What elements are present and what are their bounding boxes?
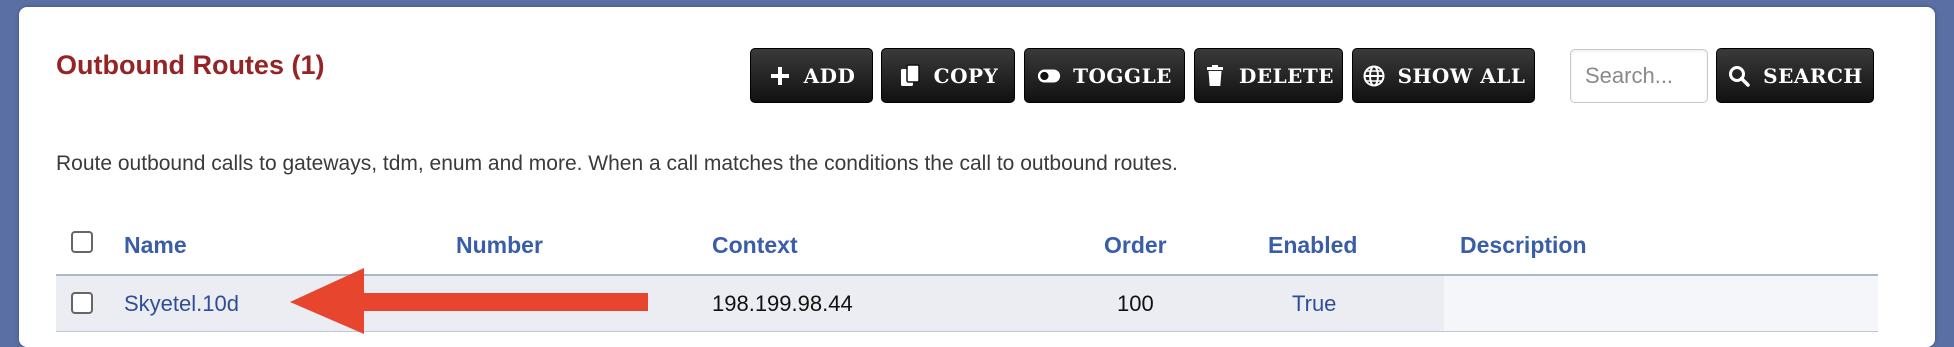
plus-icon (768, 64, 792, 88)
route-name-link[interactable]: Skyetel.10d (124, 291, 239, 317)
copy-button[interactable]: COPY (881, 48, 1015, 103)
select-all-checkbox[interactable] (71, 231, 93, 253)
route-context: 198.199.98.44 (712, 291, 853, 316)
search-button-label: SEARCH (1763, 63, 1863, 88)
delete-button[interactable]: DELETE (1194, 48, 1343, 103)
add-button[interactable]: ADD (750, 48, 873, 103)
route-enabled-toggle[interactable]: True (1292, 291, 1336, 317)
column-header-description[interactable]: Description (1460, 232, 1587, 259)
search-button[interactable]: SEARCH (1716, 48, 1874, 103)
show-all-button-label: SHOW ALL (1397, 63, 1526, 88)
column-header-enabled[interactable]: Enabled (1268, 232, 1357, 259)
page-title: Outbound Routes (1) (56, 50, 325, 80)
page-description: Route outbound calls to gateways, tdm, e… (56, 152, 1178, 175)
globe-icon (1362, 64, 1386, 88)
copy-button-label: COPY (933, 63, 999, 88)
search-input[interactable] (1570, 49, 1708, 103)
column-header-name[interactable]: Name (124, 232, 187, 259)
add-button-label: ADD (803, 63, 856, 88)
route-order: 100 (1117, 291, 1154, 316)
toggle-button[interactable]: TOGGLE (1024, 48, 1185, 103)
show-all-button[interactable]: SHOW ALL (1352, 48, 1535, 103)
search-icon (1727, 64, 1751, 88)
copy-icon (898, 63, 922, 88)
arrow-icon (290, 268, 648, 334)
red-arrow-annotation (290, 268, 648, 334)
description-cell (1444, 276, 1878, 331)
delete-button-label: DELETE (1238, 63, 1335, 88)
column-header-order[interactable]: Order (1104, 232, 1167, 259)
column-header-number[interactable]: Number (456, 232, 543, 259)
row-checkbox[interactable] (71, 292, 93, 314)
column-header-context[interactable]: Context (712, 232, 798, 259)
trash-icon (1203, 64, 1227, 88)
toggle-button-label: TOGGLE (1073, 63, 1172, 88)
toggle-icon (1037, 64, 1061, 88)
